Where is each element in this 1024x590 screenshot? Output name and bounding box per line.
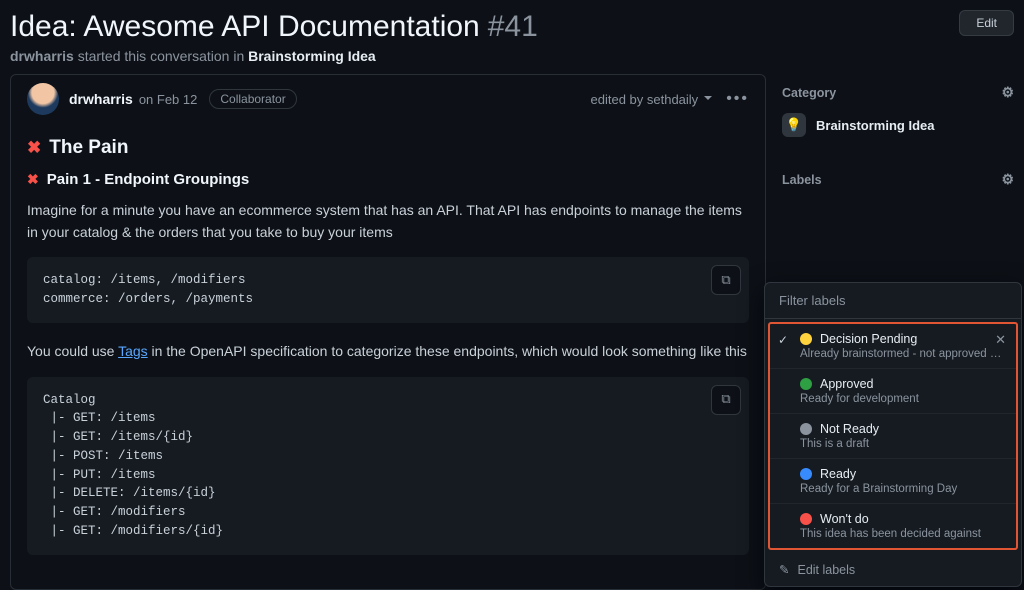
subheader-author[interactable]: drwharris bbox=[10, 48, 74, 64]
labels-popup: ✓ Decision Pending Already brainstormed - … bbox=[764, 282, 1022, 587]
gear-icon[interactable]: ⚙ bbox=[1001, 84, 1014, 101]
label-name: Ready bbox=[820, 467, 856, 481]
comment-date: on Feb 12 bbox=[139, 92, 198, 107]
label-option[interactable]: Won't do This idea has been decided again… bbox=[770, 503, 1016, 548]
sidebar-category: Category ⚙ 💡 Brainstorming Idea bbox=[782, 74, 1014, 143]
label-desc: This idea has been decided against bbox=[800, 528, 1004, 540]
paragraph: You could use Tags in the OpenAPI specif… bbox=[27, 341, 749, 363]
label-name: Won't do bbox=[820, 512, 869, 526]
label-color-dot bbox=[800, 513, 812, 525]
label-name: Decision Pending bbox=[820, 332, 917, 346]
remove-label-icon[interactable]: ✕ bbox=[995, 332, 1006, 348]
subheader-text: started this conversation in bbox=[74, 48, 248, 64]
subheader-category[interactable]: Brainstorming Idea bbox=[248, 48, 376, 64]
label-name: Not Ready bbox=[820, 422, 879, 436]
heading-pain: ✖ The Pain bbox=[27, 137, 749, 159]
copy-icon[interactable]: ⧉ bbox=[711, 385, 741, 415]
label-option[interactable]: Approved Ready for development bbox=[770, 368, 1016, 413]
comment-author[interactable]: drwharris bbox=[69, 91, 133, 107]
avatar[interactable] bbox=[27, 83, 59, 115]
discussion-number: #41 bbox=[488, 10, 538, 44]
paragraph: Imagine for a minute you have an ecommer… bbox=[27, 200, 749, 243]
code-block: Catalog |- GET: /items |- GET: /items/{i… bbox=[27, 377, 749, 555]
role-badge: Collaborator bbox=[209, 89, 296, 109]
label-name: Approved bbox=[820, 377, 874, 391]
labels-label: Labels bbox=[782, 173, 822, 187]
pencil-icon: ✎ bbox=[779, 562, 789, 577]
label-color-dot bbox=[800, 468, 812, 480]
label-option[interactable]: ✓ Decision Pending Already brainstormed - … bbox=[770, 324, 1016, 368]
label-color-dot bbox=[800, 333, 812, 345]
heading-pain-1: ✖ Pain 1 - Endpoint Groupings bbox=[27, 171, 749, 188]
category-emoji-icon: 💡 bbox=[782, 113, 806, 137]
label-color-dot bbox=[800, 378, 812, 390]
label-desc: Ready for a Brainstorming Day bbox=[800, 483, 1004, 495]
discussion-title: Idea: Awesome API Documentation bbox=[10, 10, 480, 44]
edited-by-dropdown[interactable]: edited by sethdaily bbox=[591, 92, 713, 107]
label-option[interactable]: Not Ready This is a draft bbox=[770, 413, 1016, 458]
edit-labels-link[interactable]: ✎ Edit labels bbox=[765, 553, 1021, 586]
tags-link[interactable]: Tags bbox=[118, 343, 148, 359]
label-color-dot bbox=[800, 423, 812, 435]
category-name[interactable]: Brainstorming Idea bbox=[816, 118, 934, 133]
discussion-title-line: Idea: Awesome API Documentation #41 bbox=[10, 10, 538, 44]
cross-icon: ✖ bbox=[27, 171, 39, 188]
category-label: Category bbox=[782, 86, 836, 100]
check-icon: ✓ bbox=[778, 333, 788, 347]
label-option[interactable]: Ready Ready for a Brainstorming Day bbox=[770, 458, 1016, 503]
gear-icon[interactable]: ⚙ bbox=[1001, 171, 1014, 188]
copy-icon[interactable]: ⧉ bbox=[711, 265, 741, 295]
comment-container: drwharris on Feb 12 Collaborator edited … bbox=[10, 74, 766, 590]
sidebar-labels: Labels ⚙ bbox=[782, 161, 1014, 194]
label-desc: Ready for development bbox=[800, 393, 1004, 405]
label-desc: This is a draft bbox=[800, 438, 1004, 450]
comment-menu-icon[interactable]: ••• bbox=[726, 90, 749, 108]
edit-button[interactable]: Edit bbox=[959, 10, 1014, 36]
label-desc: Already brainstormed - not approved or r… bbox=[800, 348, 1004, 360]
subheader: drwharris started this conversation in B… bbox=[0, 48, 1024, 74]
code-block: catalog: /items, /modifiers commerce: /o… bbox=[27, 257, 749, 323]
filter-labels-input[interactable] bbox=[765, 283, 1021, 319]
cross-icon: ✖ bbox=[27, 138, 41, 158]
